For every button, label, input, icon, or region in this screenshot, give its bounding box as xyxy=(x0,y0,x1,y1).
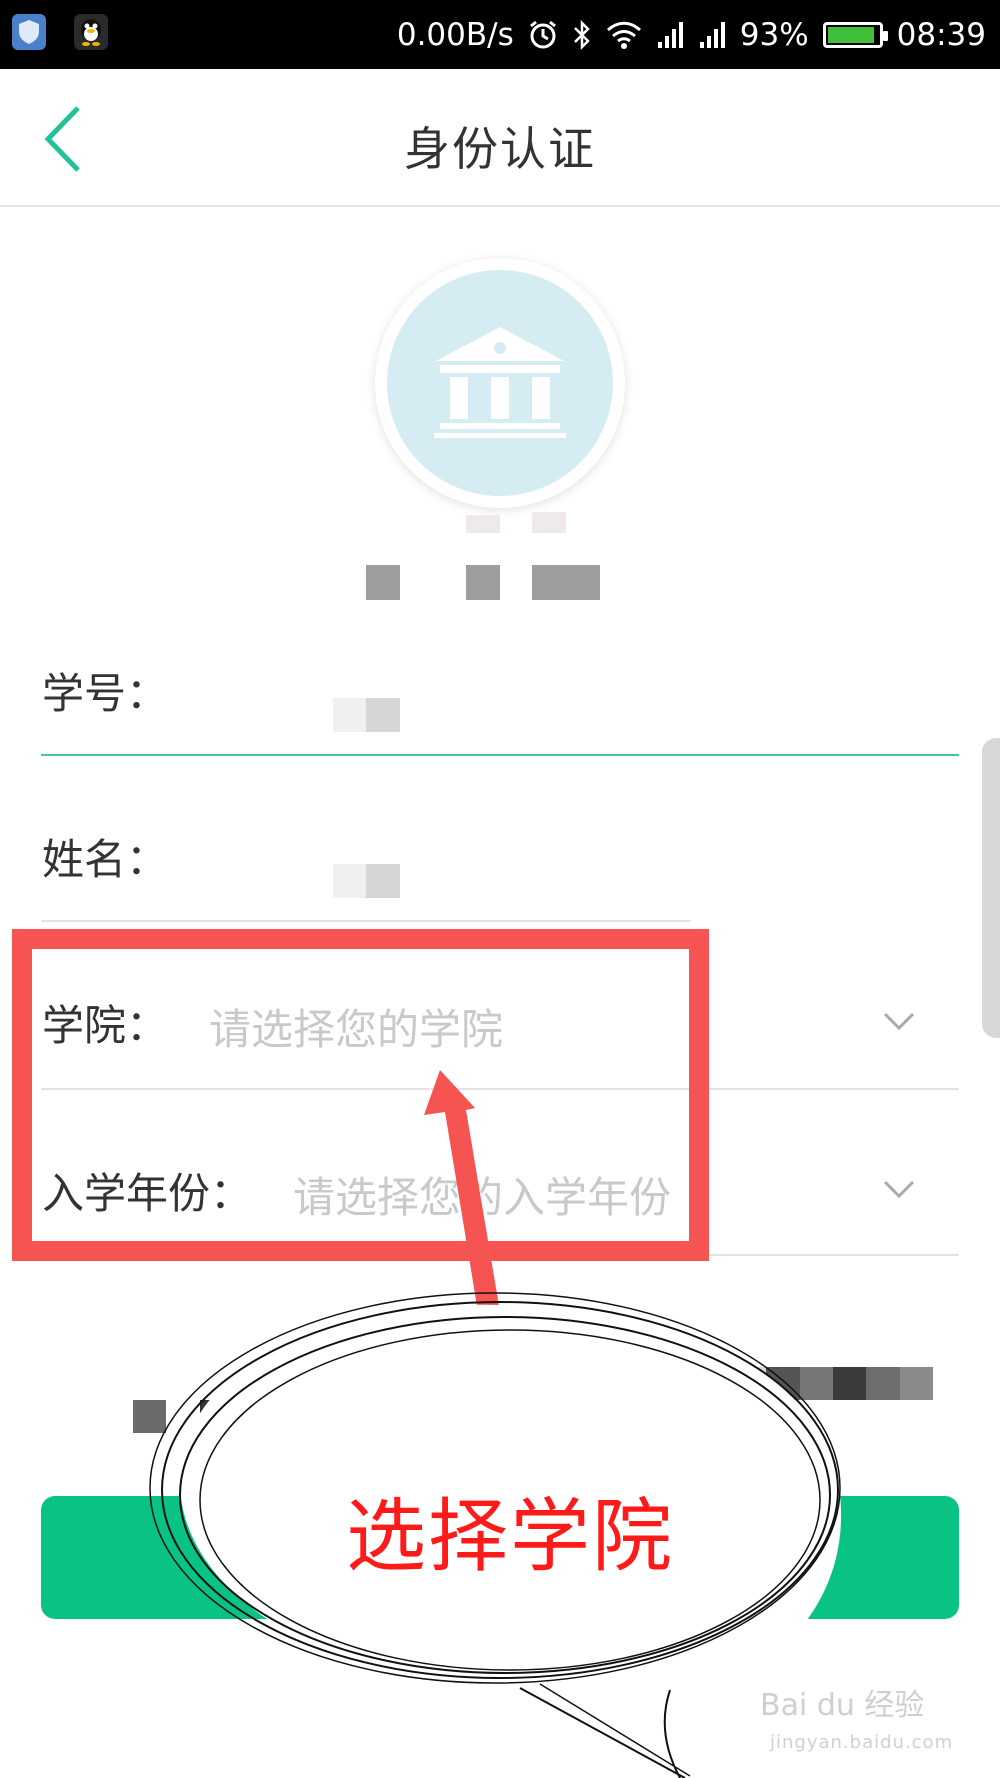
avatar xyxy=(375,258,625,508)
watermark-url: jingyan.baidu.com xyxy=(770,1732,954,1753)
annotation-highlight-box xyxy=(12,929,709,1261)
watermark-brand: Bai du 经验 xyxy=(760,1688,925,1723)
redacted-notice-mosaic xyxy=(133,1400,166,1433)
redacted-student-id xyxy=(366,698,400,732)
shield-app-icon xyxy=(12,14,46,50)
floating-side-handle[interactable] xyxy=(982,738,1000,1038)
battery-percent: 93% xyxy=(739,16,809,53)
signal-icon xyxy=(698,20,726,50)
redacted-student-id xyxy=(333,698,366,732)
student-id-underline xyxy=(41,754,959,756)
clock: 08:39 xyxy=(896,16,986,53)
redacted-name-mosaic xyxy=(532,565,600,600)
page-title: 身份认证 xyxy=(404,122,596,176)
redacted-notice-mosaic xyxy=(800,1367,833,1400)
name-underline xyxy=(41,920,691,922)
network-speed: 0.00B/s xyxy=(396,16,514,53)
alarm-icon xyxy=(528,19,558,51)
redacted-notice-mosaic xyxy=(833,1367,866,1400)
student-id-label: 学号： xyxy=(42,669,169,718)
wifi-icon xyxy=(606,20,642,50)
redacted-name-mosaic xyxy=(466,515,500,533)
redacted-name-value xyxy=(333,864,366,898)
bluetooth-icon xyxy=(572,19,592,51)
redacted-name-mosaic xyxy=(532,512,566,533)
redacted-notice-mosaic xyxy=(733,1367,766,1400)
institution-building-icon xyxy=(434,327,566,438)
battery-icon xyxy=(822,21,888,48)
annotation-callout-text: 选择学院 xyxy=(346,1490,674,1583)
signal-icon xyxy=(656,20,684,50)
redacted-notice-mosaic xyxy=(900,1367,933,1400)
redacted-notice-mosaic xyxy=(866,1367,900,1400)
redacted-notice-mosaic xyxy=(200,1400,233,1433)
qq-app-icon xyxy=(74,14,108,50)
redacted-name-mosaic xyxy=(366,565,400,600)
header-bar: 身份认证 xyxy=(0,69,1000,207)
battery-level xyxy=(827,26,874,43)
redacted-name-value xyxy=(366,864,400,898)
redacted-name-mosaic xyxy=(466,565,500,600)
chevron-down-icon xyxy=(883,1012,915,1031)
status-bar: 0.00B/s 93% 08:39 xyxy=(0,0,1000,69)
name-label: 姓名： xyxy=(42,835,169,884)
redacted-notice-mosaic xyxy=(766,1367,800,1400)
chevron-down-icon xyxy=(883,1180,915,1199)
